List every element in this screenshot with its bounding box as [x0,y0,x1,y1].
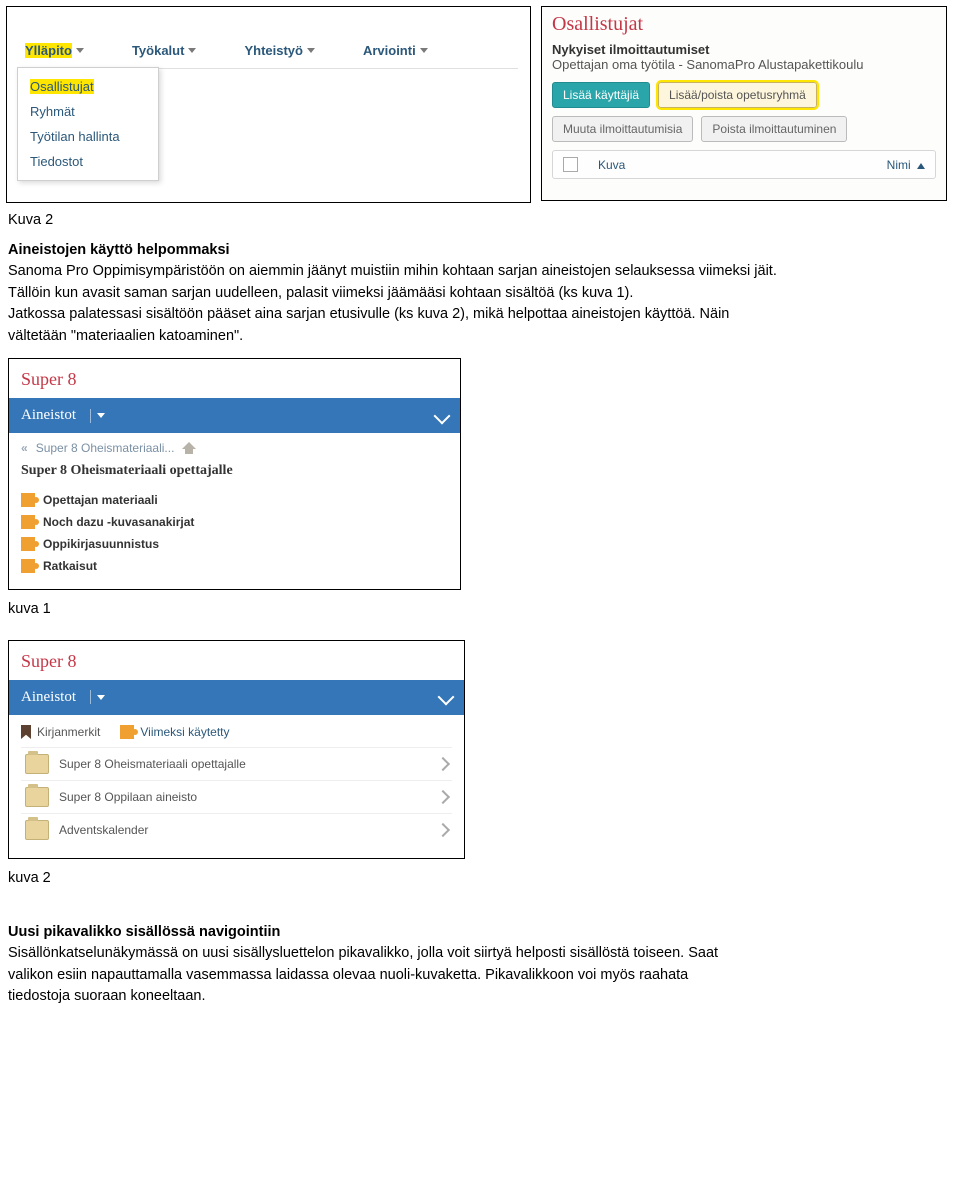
chevron-left-icon[interactable]: « [21,441,28,455]
content-title: Super 8 Oheismateriaali opettajalle [21,463,448,479]
column-nimi[interactable]: Nimi [887,158,925,172]
dropdown-item-ryhmat[interactable]: Ryhmät [18,99,158,124]
dropdown-item-tiedostot[interactable]: Tiedostot [18,149,158,174]
change-enrollments-button[interactable]: Muuta ilmoittautumisia [552,116,693,142]
chevron-right-icon [436,757,450,771]
module-icon [21,493,35,507]
chevron-down-icon [307,48,315,53]
module-icon [21,537,35,551]
module-icon [21,515,35,529]
body-text: Tällöin kun avasit saman sarjan uudellee… [8,284,952,304]
screenshot-aineistot-root: Super 8 Aineistot Kirjanmerkit Viimeksi … [8,640,465,859]
figure-caption: kuva 1 [8,600,952,620]
list-item[interactable]: Opettajan materiaali [21,489,448,511]
body-text: valikon esiin napauttamalla vasemmassa l… [8,966,952,986]
add-remove-group-button[interactable]: Lisää/poista opetusryhmä [658,82,817,108]
chevron-down-icon [438,689,455,706]
dropdown-item-osallistujat[interactable]: Osallistujat [18,74,158,99]
menu-label: Arviointi [363,43,416,58]
menu-label: Työkalut [132,43,185,58]
divider [90,690,91,704]
panel-subtitle-text: Opettajan oma työtila - SanomaPro Alusta… [552,57,936,72]
chevron-right-icon [436,823,450,837]
breadcrumb-link[interactable]: Super 8 Oheismateriaali... [36,441,175,455]
chevron-down-icon [97,413,105,418]
chevron-down-icon [76,48,84,53]
folder-icon [25,754,49,774]
menu-label: Yhteistyö [244,43,303,58]
screenshot-aineistot-detail: Super 8 Aineistot « Super 8 Oheismateria… [8,358,461,590]
select-all-checkbox[interactable] [563,157,578,172]
module-icon [120,725,134,739]
folder-row[interactable]: Super 8 Oppilaan aineisto [21,780,452,813]
aineistot-header[interactable]: Aineistot [9,398,460,433]
chevron-down-icon [188,48,196,53]
aineistot-label: Aineistot [21,689,76,706]
list-item[interactable]: Noch dazu -kuvasanakirjat [21,511,448,533]
breadcrumb: « Super 8 Oheismateriaali... [21,441,448,455]
list-item[interactable]: Oppikirjasuunnistus [21,533,448,555]
bookmark-icon [21,725,31,739]
body-text: vältetään "materiaalien katoaminen". [8,327,952,347]
menu-yllapito[interactable]: Ylläpito [25,43,84,58]
menu-label: Ylläpito [25,43,72,58]
dropdown-item-tyotilan-hallinta[interactable]: Työtilan hallinta [18,124,158,149]
menu-tyokalut[interactable]: Työkalut [132,43,197,58]
body-text: Sisällönkatselunäkymässä on uusi sisälly… [8,944,952,964]
folder-row[interactable]: Super 8 Oheismateriaali opettajalle [21,747,452,780]
chevron-right-icon [436,790,450,804]
remove-enrollment-button[interactable]: Poista ilmoittautuminen [701,116,847,142]
add-users-button[interactable]: Lisää käyttäjiä [552,82,650,108]
folder-icon [25,820,49,840]
workspace-title: Super 8 [9,641,464,680]
list-item[interactable]: Ratkaisut [21,555,448,577]
body-text: Jatkossa palatessasi sisältöön pääset ai… [8,305,952,325]
body-text: tiedostoja suoraan koneeltaan. [8,987,952,1007]
home-icon[interactable] [182,442,196,454]
chevron-down-icon [434,407,451,424]
panel-subtitle-bold: Nykyiset ilmoittautumiset [552,42,936,57]
figure-caption: kuva 2 [8,869,952,889]
chevron-down-icon [420,48,428,53]
section-heading: Uusi pikavalikko sisällössä navigointiin [8,923,952,943]
folder-icon [25,787,49,807]
bookmarks-link[interactable]: Kirjanmerkit [21,725,100,739]
recent-link[interactable]: Viimeksi käytetty [120,725,229,739]
table-header-row: Kuva Nimi [552,150,936,179]
divider [90,409,91,423]
yllapito-dropdown: Osallistujat Ryhmät Työtilan hallinta Ti… [17,67,159,181]
body-text: Sanoma Pro Oppimisympäristöön on aiemmin… [8,262,952,282]
sort-asc-icon [917,163,925,169]
menu-yhteistyo[interactable]: Yhteistyö [244,43,315,58]
menu-arviointi[interactable]: Arviointi [363,43,428,58]
dropdown-label: Osallistujat [30,79,94,94]
folder-row[interactable]: Adventskalender [21,813,452,846]
menubar: Ylläpito Työkalut Yhteistyö Arviointi [19,39,518,69]
workspace-title: Super 8 [9,359,460,398]
screenshot-osallistujat-panel: Osallistujat Nykyiset ilmoittautumiset O… [541,6,947,201]
column-kuva[interactable]: Kuva [598,158,625,172]
module-icon [21,559,35,573]
panel-title: Osallistujat [552,13,936,36]
figure-caption: Kuva 2 [8,211,952,231]
section-heading: Aineistojen käyttö helpommaksi [8,241,952,261]
aineistot-label: Aineistot [21,407,76,424]
chevron-down-icon [97,695,105,700]
screenshot-yllapito-menu: Ylläpito Työkalut Yhteistyö Arviointi Os… [6,6,531,203]
aineistot-header[interactable]: Aineistot [9,680,464,715]
